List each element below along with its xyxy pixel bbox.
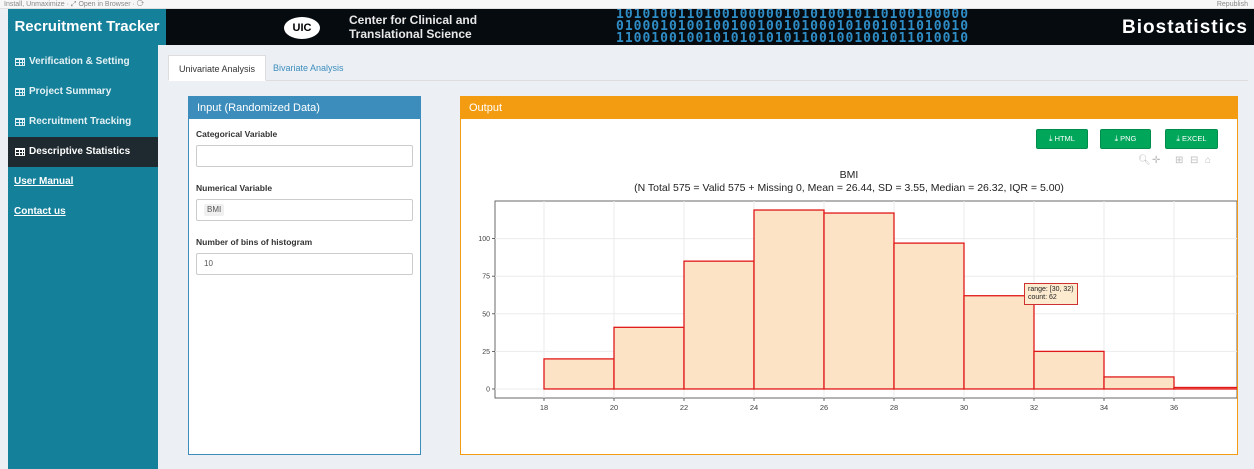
sidebar-item-label: Project Summary: [29, 86, 112, 97]
table-icon: [15, 88, 25, 96]
sidebar-item-project-summary[interactable]: Project Summary: [8, 77, 158, 107]
top-strip-text: Install, Unmaximize · ⤢ Open in Browser …: [4, 1, 145, 8]
categorical-variable-select[interactable]: [196, 145, 413, 167]
y-tick-label: 75: [482, 274, 490, 281]
biostatistics-title: Biostatistics: [1122, 17, 1248, 38]
output-panel: Output ⤓ HTML ⤓ PNG ⤓ EXCEL 🔍︎ ✛ ⊞ ⊟ ⌂ BMI …: [460, 96, 1238, 455]
histogram-bar[interactable]: [1103, 376, 1175, 390]
tooltip-range: range: [30, 32): [1028, 286, 1074, 293]
hover-tooltip: range: [30, 32) count: 62: [1024, 283, 1078, 305]
bins-label: Number of bins of histogram: [196, 237, 313, 247]
y-tick-label: 0: [486, 386, 490, 393]
tab-bivariate-analysis[interactable]: Bivariate Analysis: [263, 55, 354, 81]
histogram-bar[interactable]: [1173, 386, 1237, 390]
sidebar-item-recruitment-tracking[interactable]: Recruitment Tracking: [8, 107, 158, 137]
numerical-variable-select[interactable]: BMI: [196, 199, 413, 221]
x-tick-label: 24: [750, 403, 758, 412]
y-tick-label: 25: [482, 349, 490, 356]
x-tick-label: 26: [820, 403, 828, 412]
sidebar-item-descriptive-statistics[interactable]: Descriptive Statistics: [8, 137, 158, 167]
x-tick-label: 34: [1100, 403, 1108, 412]
sidebar-item-verification[interactable]: Verification & Setting: [8, 47, 158, 77]
histogram-bar[interactable]: [683, 260, 755, 390]
sidebar: Verification & Setting Project Summary R…: [8, 45, 158, 469]
sidebar-item-label: Recruitment Tracking: [29, 116, 132, 127]
binary-pattern: 1010100110100100000101010010110100100000…: [616, 9, 969, 45]
y-tick-label: 100: [478, 236, 490, 243]
center-title: Center for Clinical and Translational Sc…: [349, 13, 477, 41]
histogram-bar[interactable]: [823, 212, 895, 390]
center-title-line1: Center for Clinical and: [349, 13, 478, 27]
table-icon: [15, 148, 25, 156]
tooltip-count: count: 62: [1028, 294, 1057, 301]
app-window: Install, Unmaximize · ⤢ Open in Browser …: [0, 0, 1254, 469]
numerical-variable-chip: BMI: [204, 204, 225, 216]
bins-input[interactable]: 10: [196, 253, 413, 275]
input-panel: Input (Randomized Data) Categorical Vari…: [188, 96, 421, 455]
histogram-bar[interactable]: [893, 242, 965, 390]
histogram-bar[interactable]: [963, 295, 1035, 390]
tab-univariate-analysis[interactable]: Univariate Analysis: [168, 55, 267, 81]
table-icon: [15, 118, 25, 126]
histogram-bar[interactable]: [613, 326, 685, 390]
x-tick-label: 36: [1170, 403, 1178, 412]
header-banner: 1010100110100100000101010010110100100000…: [166, 9, 1254, 45]
app-brand[interactable]: Recruitment Tracker: [8, 9, 166, 45]
binary-row: 1100100100101010101011001001001011010010: [616, 31, 970, 45]
sidebar-item-label: Descriptive Statistics: [29, 146, 131, 157]
x-tick-label: 22: [680, 403, 688, 412]
user-manual-link[interactable]: User Manual: [8, 167, 158, 197]
republish-link[interactable]: Republish: [1217, 0, 1248, 8]
histogram-bar[interactable]: [543, 358, 615, 390]
numerical-variable-label: Numerical Variable: [196, 183, 273, 193]
top-strip: Install, Unmaximize · ⤢ Open in Browser …: [0, 0, 1254, 9]
histogram-bar[interactable]: [753, 209, 825, 390]
uic-logo: UIC: [284, 17, 320, 39]
categorical-variable-label: Categorical Variable: [196, 129, 278, 139]
table-icon: [15, 58, 25, 66]
histogram-bar[interactable]: [1033, 350, 1105, 390]
analysis-tabs: Univariate Analysis Bivariate Analysis: [168, 55, 1248, 81]
x-tick-label: 20: [610, 403, 618, 412]
y-tick-label: 50: [482, 311, 490, 318]
x-tick-label: 18: [540, 403, 548, 412]
histogram-chart[interactable]: 0 25 50 75 100 18 20 22 24 26 28 30 32 34 36: [461, 97, 1237, 454]
sidebar-item-label: Verification & Setting: [29, 56, 130, 67]
x-tick-label: 30: [960, 403, 968, 412]
contact-us-link[interactable]: Contact us: [8, 197, 158, 227]
input-panel-title: Input (Randomized Data): [189, 97, 420, 119]
x-tick-label: 28: [890, 403, 898, 412]
x-tick-label: 32: [1030, 403, 1038, 412]
center-title-line2: Translational Science: [349, 27, 472, 41]
